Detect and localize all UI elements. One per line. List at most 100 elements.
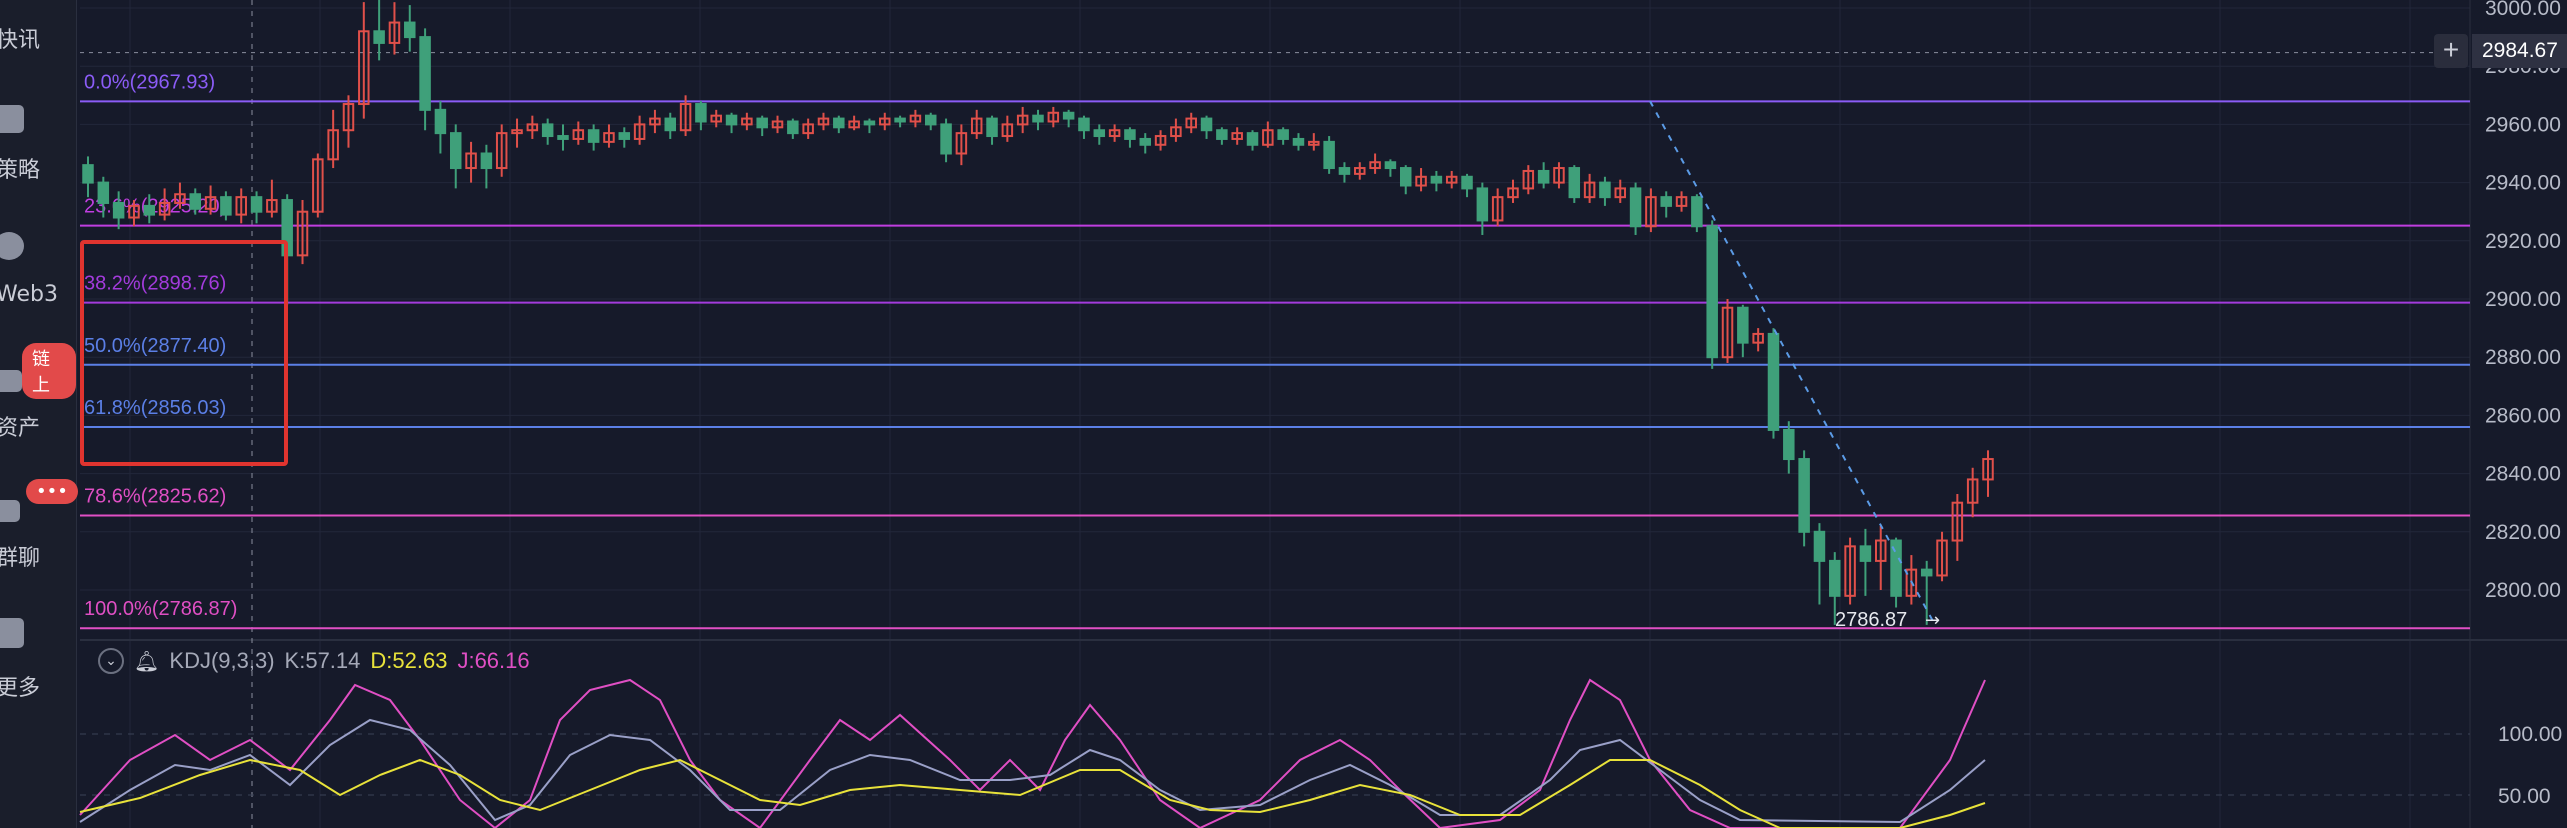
candle-body[interactable] xyxy=(82,164,94,184)
price-axis-tick: 2860.00 xyxy=(2485,404,2561,427)
candle-body[interactable] xyxy=(449,132,462,170)
robot-icon[interactable] xyxy=(0,105,24,133)
candle-body[interactable] xyxy=(1246,132,1259,146)
candle-body[interactable] xyxy=(1859,545,1872,562)
wallet-icon[interactable] xyxy=(0,370,22,392)
kdj-j-line xyxy=(79,678,1986,828)
candle-body[interactable] xyxy=(940,123,952,155)
candle-body[interactable] xyxy=(664,117,677,132)
fib-level-label: 100.0%(2786.87) xyxy=(84,598,237,620)
kdj-k-line xyxy=(79,718,1986,824)
candle-body[interactable] xyxy=(1338,167,1351,175)
candle-body[interactable] xyxy=(1093,129,1106,138)
candle-body[interactable] xyxy=(1829,559,1841,597)
candle-body[interactable] xyxy=(557,135,569,140)
price-chart[interactable]: 3000.002980.002960.002940.002920.002900.… xyxy=(0,0,2567,828)
price-axis-tick: 2940.00 xyxy=(2485,172,2561,195)
low-price-marker: 2786.87 xyxy=(1835,609,1907,631)
candle-body[interactable] xyxy=(419,36,431,111)
candle-body[interactable] xyxy=(1139,137,1152,146)
j-value: J:66.16 xyxy=(457,648,530,673)
candle-body[interactable] xyxy=(404,21,416,39)
candle-body[interactable] xyxy=(1783,428,1795,461)
kdj-axis-tick: 100.00 xyxy=(2498,723,2562,746)
kdj-d-line xyxy=(79,758,1986,828)
onchain-badge: 链上 xyxy=(22,343,76,399)
candle-body[interactable] xyxy=(1537,169,1550,184)
sidebar-item-more[interactable]: 更多 xyxy=(0,670,40,702)
candle-body[interactable] xyxy=(1737,306,1749,344)
web3-icon[interactable] xyxy=(0,232,24,260)
candle-body[interactable] xyxy=(1660,196,1672,207)
candle-body[interactable] xyxy=(1798,458,1810,533)
candle-body[interactable] xyxy=(1920,568,1933,577)
sidebar-item-group-chat[interactable]: 群聊 xyxy=(0,540,40,572)
trend-line[interactable] xyxy=(1649,100,1936,626)
sidebar-item-assets[interactable]: 资产 xyxy=(0,410,40,442)
sidebar-item-news[interactable]: 快讯 xyxy=(0,22,40,54)
candle-body[interactable] xyxy=(541,123,554,138)
candle-body[interactable] xyxy=(1200,117,1213,132)
candle-body[interactable] xyxy=(220,196,232,216)
candle-body[interactable] xyxy=(1461,175,1473,190)
candle-body[interactable] xyxy=(373,30,385,44)
candle-body[interactable] xyxy=(756,117,768,129)
price-axis-tick: 2880.00 xyxy=(2485,346,2561,369)
candle-body[interactable] xyxy=(833,117,845,129)
candle-body[interactable] xyxy=(924,114,937,126)
candle-body[interactable] xyxy=(1568,167,1581,199)
candle-body[interactable] xyxy=(250,196,263,213)
candle-body[interactable] xyxy=(986,117,998,138)
candle-body[interactable] xyxy=(1032,114,1044,123)
candle-body[interactable] xyxy=(894,117,906,123)
candle-body[interactable] xyxy=(1629,187,1642,228)
candle-body[interactable] xyxy=(1216,129,1228,140)
candle-body[interactable] xyxy=(112,201,125,219)
indicator-name[interactable]: KDJ(9,3,3) xyxy=(169,648,274,674)
candle-body[interactable] xyxy=(695,103,707,123)
candle-body[interactable] xyxy=(1292,137,1305,146)
candle-body[interactable] xyxy=(189,193,202,210)
candle-body[interactable] xyxy=(1691,196,1703,228)
candle-body[interactable] xyxy=(1706,225,1718,359)
candle-body[interactable] xyxy=(1384,161,1397,170)
grid-icon[interactable] xyxy=(0,618,24,648)
candle-body[interactable] xyxy=(1813,530,1826,562)
price-axis-tick: 2820.00 xyxy=(2485,521,2561,544)
crosshair-add-icon[interactable]: + xyxy=(2434,34,2468,68)
candle-body[interactable] xyxy=(1323,140,1335,170)
kdj-axis-tick: 50.00 xyxy=(2498,785,2551,808)
collapse-icon[interactable]: ⌄ xyxy=(98,648,124,674)
candle-body[interactable] xyxy=(1599,181,1611,199)
price-axis-tick: 2840.00 xyxy=(2485,463,2561,486)
candle-body[interactable] xyxy=(787,120,799,135)
candle-body[interactable] xyxy=(618,132,631,140)
sidebar-item-web3[interactable]: Web3 xyxy=(0,282,58,307)
candle-body[interactable] xyxy=(1399,167,1412,187)
candle-body[interactable] xyxy=(97,181,110,204)
low-marker-arrow: → xyxy=(1925,610,1940,631)
chat-icon[interactable] xyxy=(0,500,20,522)
candle-body[interactable] xyxy=(1430,175,1443,184)
candle-body[interactable] xyxy=(1078,117,1090,132)
candle-body[interactable] xyxy=(1124,129,1136,140)
sidebar: 快讯 策略 Web3 链上 资产 ••• 群聊 更多 xyxy=(0,0,78,828)
candle-body[interactable] xyxy=(1277,129,1289,140)
candle-body[interactable] xyxy=(1062,111,1075,120)
price-axis-tick: 3000.00 xyxy=(2485,0,2561,20)
candle-body[interactable] xyxy=(725,114,738,126)
candle-body[interactable] xyxy=(480,152,493,170)
candle-body[interactable] xyxy=(863,120,876,126)
d-value: D:52.63 xyxy=(370,648,448,673)
candle-body[interactable] xyxy=(1767,332,1780,431)
candle-body[interactable] xyxy=(1476,187,1489,222)
candle-body[interactable] xyxy=(143,204,156,216)
highlight-box xyxy=(80,240,288,466)
chat-badge: ••• xyxy=(26,479,78,504)
candle-body[interactable] xyxy=(587,129,600,143)
alert-bell-icon[interactable]: 🔔︎ xyxy=(134,649,159,674)
fib-level-label: 78.6%(2825.62) xyxy=(84,485,226,507)
sidebar-item-strategy[interactable]: 策略 xyxy=(0,152,40,184)
price-axis-tick: 2800.00 xyxy=(2485,579,2561,602)
candle-body[interactable] xyxy=(434,108,447,135)
